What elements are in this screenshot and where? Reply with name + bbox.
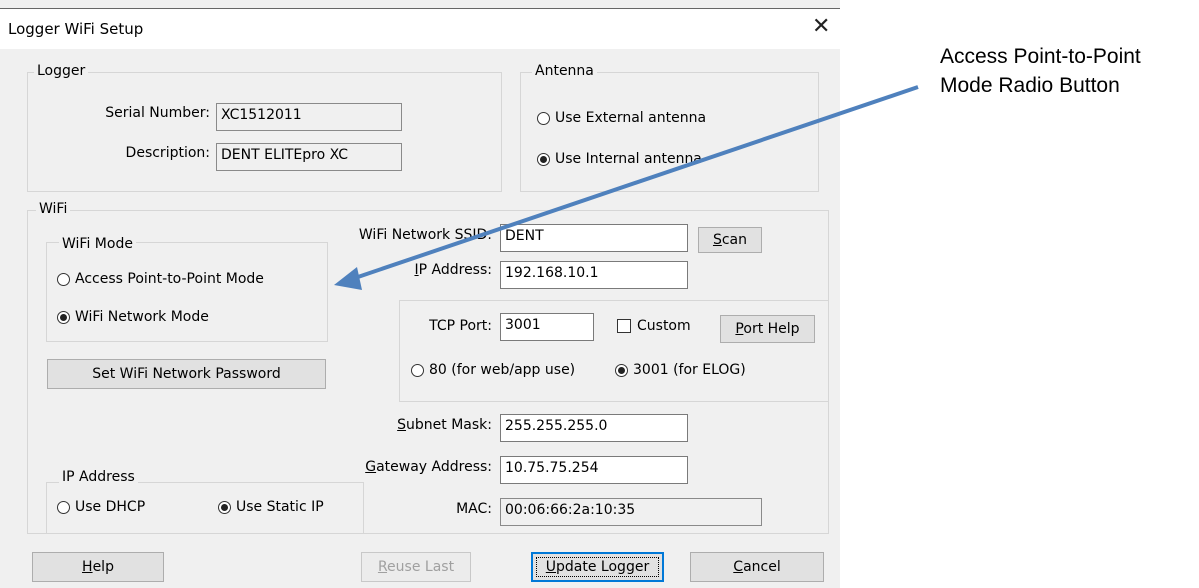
arrow-head xyxy=(334,267,362,290)
annotation-arrow-icon xyxy=(334,85,919,290)
arrow-shaft xyxy=(351,85,919,281)
